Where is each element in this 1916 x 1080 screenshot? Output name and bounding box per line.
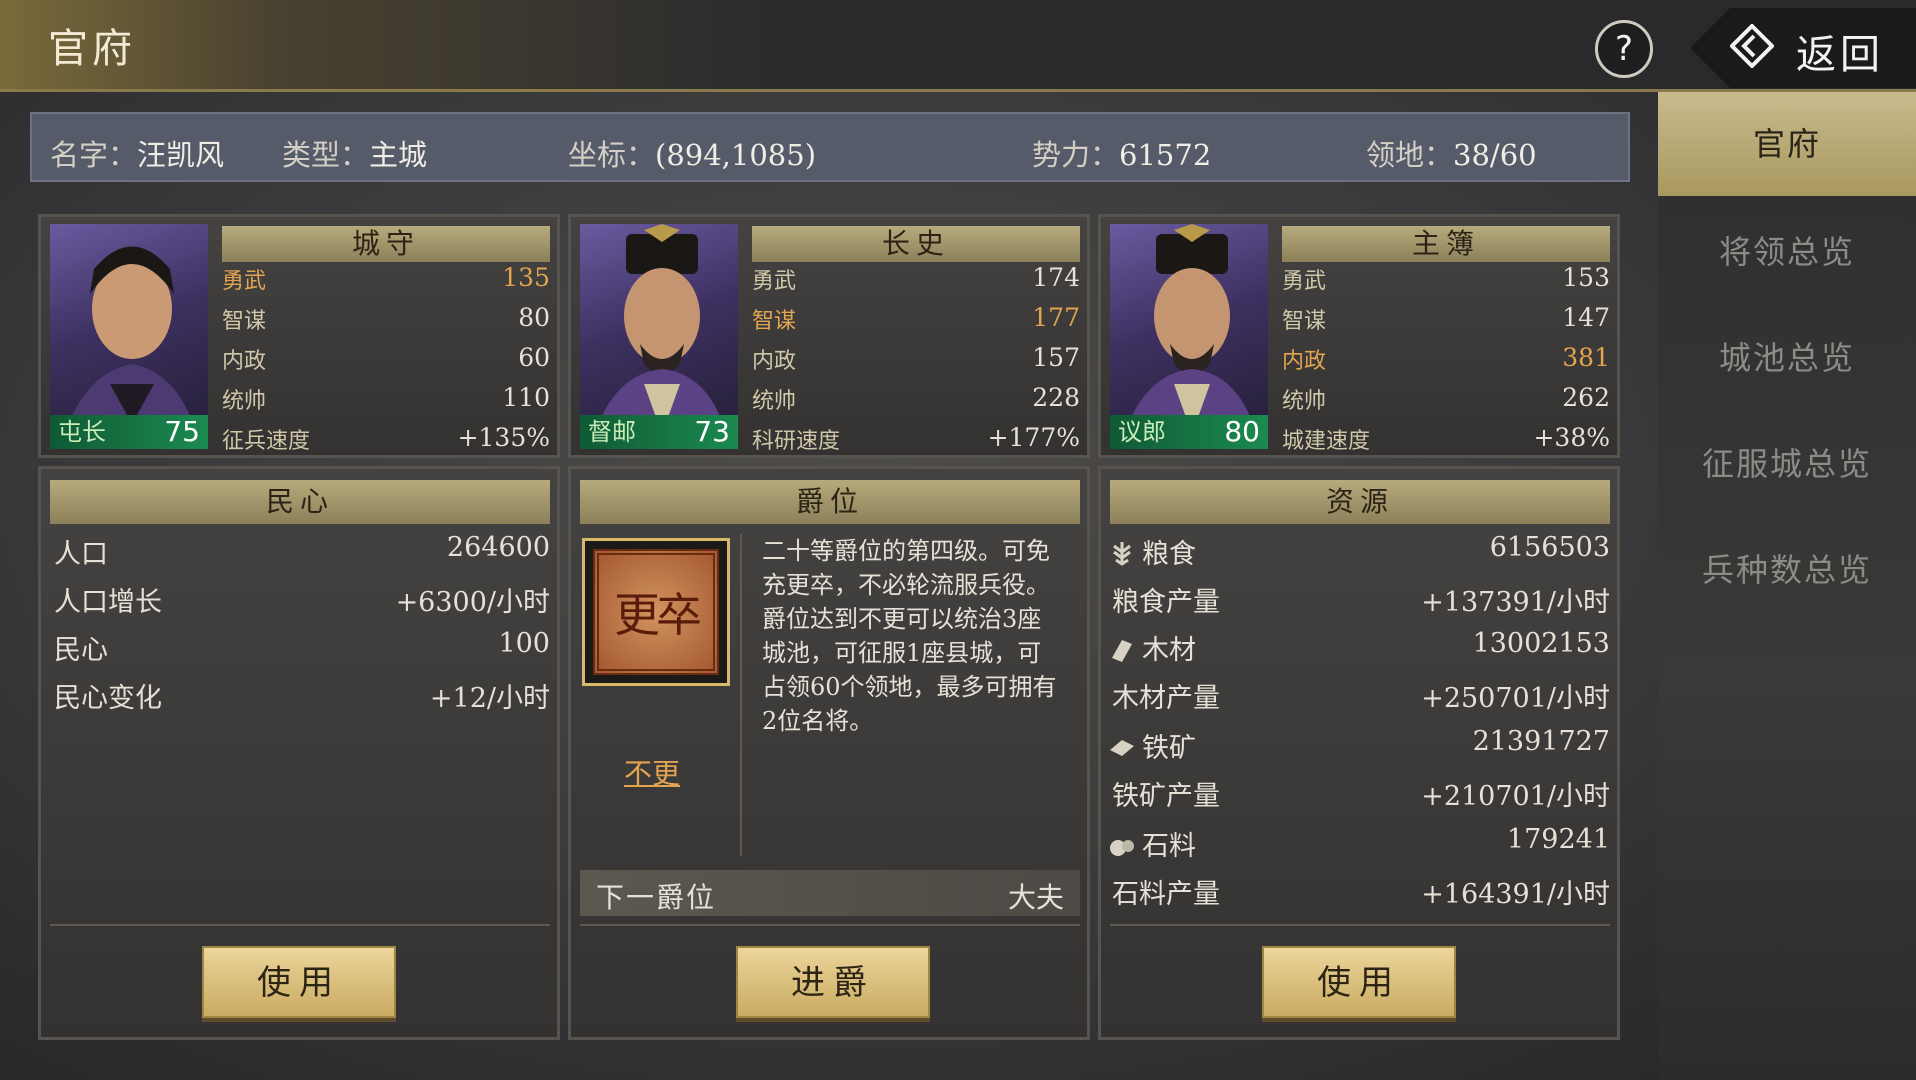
rank-description: 二十等爵位的第四级。可免充更卒，不必轮流服兵役。爵位达到不更可以统治3座城池，可… <box>762 537 1057 735</box>
sidebar-item-guanfu[interactable]: 官府 <box>1658 92 1916 196</box>
minxin-stats: 人口 264600 人口增长 +6300/小时 民心 100 民心变化 +12/小时 <box>54 532 550 732</box>
list-item: 铁矿 21391727 <box>1108 726 1610 774</box>
info-territory: 领地：38/60 <box>1366 138 1537 172</box>
official-stats: 勇武 174 智谋 177 内政 157 统帅 228 科研速度 +177% <box>752 263 1080 463</box>
stone-icon <box>1110 840 1134 856</box>
list-item: 石料 179241 <box>1108 824 1610 872</box>
stat-row: 科研速度 +177% <box>752 423 1080 454</box>
seal-icon: 更卒 <box>593 549 719 675</box>
official-rank-badge: 议郎 80 <box>1110 415 1268 449</box>
sidebar-item-cities[interactable]: 城池总览 <box>1658 306 1916 410</box>
stat-row: 勇武 174 <box>752 263 1080 294</box>
stat-row: 内政 60 <box>222 343 550 374</box>
minxin-use-button[interactable]: 使用 <box>202 946 396 1018</box>
official-portrait[interactable]: 屯长 75 <box>50 224 208 449</box>
stat-row: 智谋 177 <box>752 303 1080 334</box>
minxin-title: 民心 <box>50 480 550 524</box>
wood-icon <box>1112 640 1132 662</box>
stat-row: 统帅 228 <box>752 383 1080 414</box>
divider <box>580 924 1080 926</box>
next-rank-label: 下一爵位 <box>596 881 717 914</box>
stat-row: 统帅 262 <box>1282 383 1610 414</box>
page-title: 官府 <box>48 26 136 72</box>
official-stats: 勇武 135 智谋 80 内政 60 统帅 110 征兵速度 +135% <box>222 263 550 463</box>
list-item: 民心变化 +12/小时 <box>54 683 550 714</box>
list-item: 人口 264600 <box>54 532 550 570</box>
sidebar-item-generals[interactable]: 将领总览 <box>1658 200 1916 304</box>
official-rank-badge: 屯长 75 <box>50 415 208 449</box>
resources-use-button[interactable]: 使用 <box>1262 946 1456 1018</box>
official-title: 主簿 <box>1282 226 1610 262</box>
official-rank-badge: 督邮 73 <box>580 415 738 449</box>
resources-list: 粮食 6156503 粮食产量 +137391/小时 木材 13002153 木材产量… <box>1108 532 1610 932</box>
official-title: 长史 <box>752 226 1080 262</box>
official-portrait[interactable]: 议郎 80 <box>1110 224 1268 449</box>
current-rank-link[interactable]: 不更 <box>624 752 680 792</box>
stat-row: 智谋 80 <box>222 303 550 334</box>
list-item: 粮食产量 +137391/小时 <box>1112 587 1610 618</box>
official-title: 城守 <box>222 226 550 262</box>
info-name: 名字：汪凯风 <box>50 138 225 172</box>
stat-row: 城建速度 +38% <box>1282 423 1610 454</box>
stat-row: 勇武 135 <box>222 263 550 294</box>
stat-row: 统帅 110 <box>222 383 550 414</box>
sidebar-item-conquered-cities[interactable]: 征服城总览 <box>1658 412 1916 516</box>
help-button[interactable]: ? <box>1595 20 1653 78</box>
info-type: 类型：主城 <box>282 138 428 172</box>
rank-seal: 更卒 <box>582 538 730 686</box>
list-item: 人口增长 +6300/小时 <box>54 587 550 618</box>
list-item: 木材 13002153 <box>1108 628 1610 676</box>
list-item: 石料产量 +164391/小时 <box>1112 879 1610 910</box>
divider <box>740 534 742 856</box>
list-item: 民心 100 <box>54 628 550 666</box>
next-rank-value: 大夫 <box>1007 881 1064 914</box>
stat-row: 征兵速度 +135% <box>222 423 550 454</box>
back-arrow-icon <box>1730 24 1774 68</box>
promote-button[interactable]: 进爵 <box>736 946 930 1018</box>
sidebar-item-troops[interactable]: 兵种数总览 <box>1658 518 1916 622</box>
back-label[interactable]: 返回 <box>1796 22 1884 80</box>
official-portrait[interactable]: 督邮 73 <box>580 224 738 449</box>
resources-title: 资源 <box>1110 480 1610 524</box>
list-item: 木材产量 +250701/小时 <box>1112 683 1610 714</box>
stat-row: 内政 381 <box>1282 343 1610 374</box>
iron-icon <box>1110 740 1134 756</box>
info-power: 势力：61572 <box>1032 138 1212 172</box>
stat-row: 智谋 147 <box>1282 303 1610 334</box>
official-stats: 勇武 153 智谋 147 内政 381 统帅 262 城建速度 +38% <box>1282 263 1610 463</box>
list-item: 粮食 6156503 <box>1108 532 1610 580</box>
next-rank-bar: 下一爵位 大夫 <box>580 870 1080 916</box>
stat-row: 内政 157 <box>752 343 1080 374</box>
divider <box>1110 924 1610 926</box>
grain-icon <box>1113 542 1131 566</box>
list-item: 铁矿产量 +210701/小时 <box>1112 781 1610 812</box>
jue-title: 爵位 <box>580 480 1080 524</box>
info-coordinate: 坐标：(894,1085) <box>568 138 817 172</box>
divider <box>50 924 550 926</box>
stat-row: 勇武 153 <box>1282 263 1610 294</box>
